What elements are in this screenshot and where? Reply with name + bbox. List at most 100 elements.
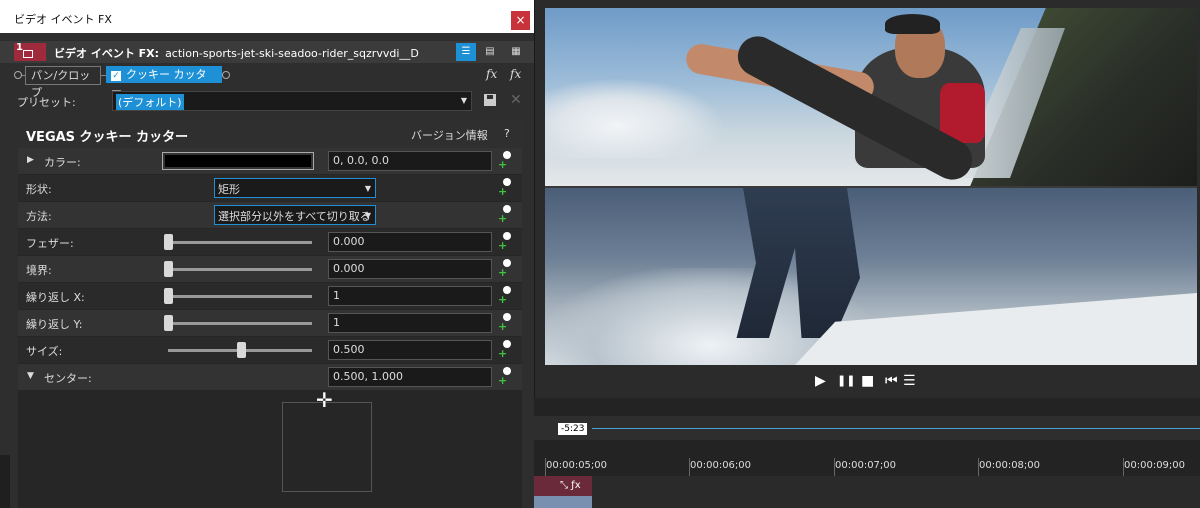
size-value-field[interactable]: 0.500	[328, 340, 492, 360]
chain-end-dot	[222, 71, 230, 79]
film-icon	[23, 50, 33, 58]
fx-header: 1 ビデオ イベント FX: action-sports-jet-ski-sead…	[0, 41, 534, 63]
save-preset-icon[interactable]	[484, 94, 496, 106]
color-swatch[interactable]	[162, 152, 314, 170]
pause-icon[interactable]: ❚❚	[837, 373, 855, 389]
timeline: -5:23 00:00:05;00 00:00:06;00 00:00:07;0…	[534, 398, 1200, 508]
preset-row: プリセット: (デフォルト) ▼ ✕	[0, 90, 534, 112]
play-icon[interactable]: ▶	[815, 373, 826, 389]
param-row-feather: フェザー: 0.000 +	[18, 229, 522, 255]
border-slider-track[interactable]	[168, 268, 312, 271]
preset-label: プリセット:	[17, 96, 76, 109]
event-thumbnail: 1	[14, 42, 46, 61]
video-clip[interactable]: ⤡ ƒx	[534, 476, 592, 508]
rider-cap-shape	[885, 14, 940, 34]
keyframe-icon[interactable]: +	[498, 177, 514, 198]
collapse-triangle-icon[interactable]: ▼	[27, 371, 34, 381]
repeat-x-value-field[interactable]: 1	[328, 286, 492, 306]
repeat-y-value-field[interactable]: 1	[328, 313, 492, 333]
feather-value-field[interactable]: 0.000	[328, 232, 492, 252]
previous-frame-icon[interactable]: ⏮	[885, 373, 898, 389]
keyframe-icon[interactable]: +	[498, 339, 514, 360]
param-row-color: ▶ カラー: 0, 0.0, 0.0 +	[18, 148, 522, 174]
param-label-feather: フェザー:	[26, 237, 74, 250]
ruler-label: 00:00:08;00	[979, 460, 1041, 471]
repeat-y-slider-track[interactable]	[168, 322, 312, 325]
help-button[interactable]: ?	[504, 127, 510, 140]
grid-view-button[interactable]: ▦	[506, 43, 526, 61]
repeat-x-slider-track[interactable]	[168, 295, 312, 298]
keyframe-icon[interactable]: +	[498, 231, 514, 252]
expand-triangle-icon[interactable]: ▶	[27, 155, 34, 165]
method-dropdown[interactable]: 選択部分以外をすべて切り取る ▼	[214, 205, 376, 225]
param-label-color: カラー:	[44, 156, 81, 169]
center-value-field[interactable]: 0.500, 1.000	[328, 367, 492, 387]
clip-fx-icons[interactable]: ⤡ ƒx	[560, 480, 581, 491]
ruler-label: 00:00:05;00	[546, 460, 608, 471]
fx-chain: パン/クロップ ✓クッキー カッター fx fx	[0, 65, 534, 99]
feather-slider-track[interactable]	[168, 241, 312, 244]
ruler-label: 00:00:09;00	[1124, 460, 1186, 471]
keyframe-icon[interactable]: +	[498, 366, 514, 387]
ruler-label: 00:00:07;00	[835, 460, 897, 471]
clouds-shape	[545, 78, 725, 158]
preset-value: (デフォルト)	[116, 94, 184, 110]
shape-value: 矩形	[218, 183, 240, 196]
version-info-link[interactable]: バージョン情報	[411, 127, 488, 143]
keyframe-icon[interactable]: +	[498, 312, 514, 333]
remove-fx-icon[interactable]: fx	[510, 67, 521, 81]
keyframe-icon[interactable]: +	[498, 258, 514, 279]
crosshair-icon[interactable]: ✛	[316, 390, 333, 410]
marker-row: -5:23	[534, 416, 1200, 440]
feather-slider-thumb[interactable]	[164, 234, 173, 250]
border-value-field[interactable]: 0.000	[328, 259, 492, 279]
size-slider-thumb[interactable]	[237, 342, 246, 358]
track-number: 1	[16, 42, 23, 53]
close-button[interactable]: ×	[511, 11, 530, 30]
video-track: ⤡ ƒx	[534, 476, 1200, 508]
param-row-method: 方法: 選択部分以外をすべて切り取る ▼ +	[18, 202, 522, 228]
repeat-y-slider-thumb[interactable]	[164, 315, 173, 331]
fx-header-prefix: ビデオ イベント FX:	[54, 47, 160, 60]
menu-icon[interactable]: ☰	[903, 373, 916, 389]
list-view-button[interactable]: ☰	[456, 43, 476, 61]
checkbox-checked-icon[interactable]: ✓	[111, 71, 121, 81]
param-label-border: 境界:	[26, 264, 52, 277]
param-label-repeat-y: 繰り返し Y:	[26, 318, 83, 331]
title-bar[interactable]: ビデオ イベント FX ×	[0, 0, 534, 33]
plugin-header: VEGAS クッキー カッター バージョン情報 ?	[18, 120, 522, 148]
center-position-box[interactable]	[282, 402, 372, 492]
chevron-down-icon: ▼	[364, 211, 371, 220]
delete-preset-icon[interactable]: ✕	[510, 92, 522, 108]
time-ruler[interactable]: 00:00:05;00 00:00:06;00 00:00:07;00 00:0…	[534, 456, 1200, 476]
chain-start-dot	[14, 71, 22, 79]
event-name: action-sports-jet-ski-seadoo-rider_sqzrv…	[165, 47, 419, 60]
window-title: ビデオ イベント FX	[14, 13, 112, 26]
keyframe-icon[interactable]: +	[498, 150, 514, 171]
fx-chain-item-pan-crop[interactable]: パン/クロップ	[25, 66, 101, 99]
stop-icon[interactable]: ■	[861, 373, 874, 389]
param-label-size: サイズ:	[26, 345, 63, 358]
param-label-method: 方法:	[26, 210, 52, 223]
param-row-border: 境界: 0.000 +	[18, 256, 522, 282]
video-event-fx-window: ビデオ イベント FX × 1 ビデオ イベント FX: action-sport…	[0, 0, 535, 508]
method-value: 選択部分以外をすべて切り取る	[218, 210, 371, 223]
repeat-x-slider-thumb[interactable]	[164, 288, 173, 304]
preset-dropdown[interactable]: (デフォルト) ▼	[112, 91, 472, 111]
insert-fx-icon[interactable]: fx	[486, 67, 497, 81]
detail-view-button[interactable]: ▤	[480, 43, 500, 61]
fx-chain-item-cookie-cutter[interactable]: ✓クッキー カッター	[106, 66, 222, 98]
shape-dropdown[interactable]: 矩形 ▼	[214, 178, 376, 198]
clip-thumbnail	[534, 496, 592, 508]
color-value-field[interactable]: 0, 0.0, 0.0	[328, 151, 492, 171]
current-time-flag[interactable]: -5:23	[558, 423, 588, 435]
param-label-repeat-x: 繰り返し X:	[26, 291, 85, 304]
keyframe-icon[interactable]: +	[498, 204, 514, 225]
plugin-panel: VEGAS クッキー カッター バージョン情報 ? ▶ カラー: 0, 0.0,…	[18, 120, 522, 508]
fx-header-label: ビデオ イベント FX: action-sports-jet-ski-seadoo…	[54, 45, 419, 61]
plugin-title: VEGAS クッキー カッター	[26, 130, 189, 145]
border-slider-thumb[interactable]	[164, 261, 173, 277]
chevron-down-icon: ▼	[460, 96, 467, 105]
keyframe-icon[interactable]: +	[498, 285, 514, 306]
param-row-center: ▼ センター: 0.500, 1.000 +	[18, 364, 522, 390]
